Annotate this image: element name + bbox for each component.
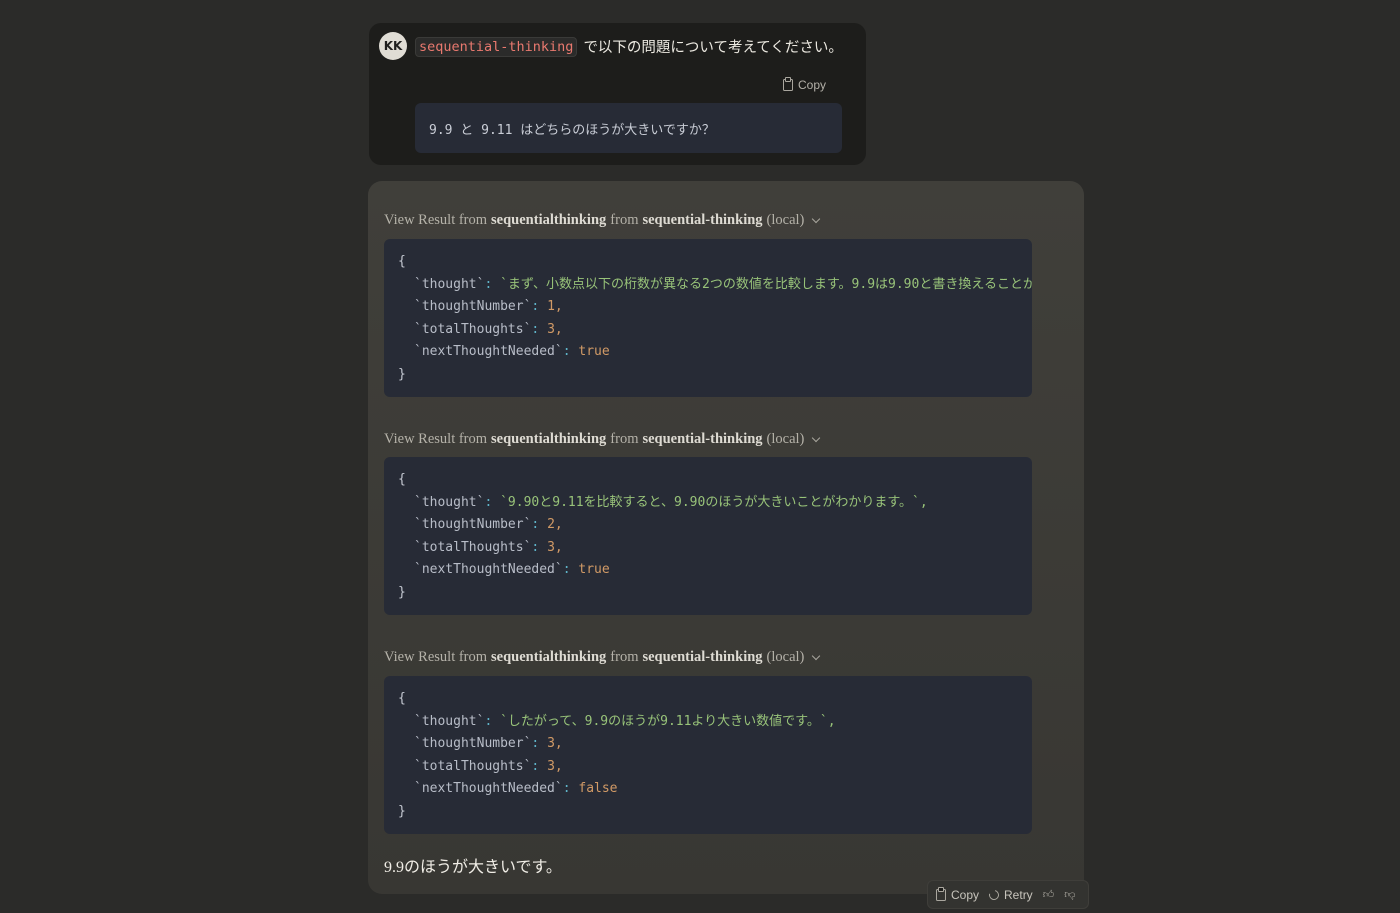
tool-mention: sequential-thinking	[415, 36, 578, 57]
retry-icon	[987, 887, 1001, 902]
assistant-message: View Result from sequentialthinking from…	[368, 181, 1084, 894]
tool-result-header-3[interactable]: View Result from sequentialthinking from…	[384, 649, 821, 666]
result-prefix: View Result from	[384, 212, 488, 228]
result-suffix: (local)	[766, 212, 805, 228]
code-number-value: 3,	[547, 539, 563, 555]
result-suffix: (local)	[766, 649, 805, 665]
retry-label: Retry	[1004, 887, 1033, 902]
code-key: `totalThoughts`	[414, 539, 532, 555]
result-tool-name: sequentialthinking	[491, 212, 607, 228]
user-message: KK sequential-thinking で以下の問題について考えてください…	[369, 23, 866, 165]
result-prefix: View Result from	[384, 649, 488, 665]
tool-result-header-2[interactable]: View Result from sequentialthinking from…	[384, 431, 821, 448]
result-prefix: View Result from	[384, 431, 488, 447]
result-tool-name: sequentialthinking	[491, 431, 607, 447]
code-open-brace: {	[398, 254, 406, 269]
code-key: `thoughtNumber`	[414, 299, 532, 315]
code-close-brace: }	[398, 366, 406, 382]
user-code-block: 9.9 と 9.11 はどちらのほうが大きいですか？	[415, 103, 842, 153]
result-middle: from	[610, 649, 639, 665]
chat-page: KK sequential-thinking で以下の問題について考えてください…	[0, 0, 1400, 913]
code-bool-value: true	[578, 562, 610, 578]
code-line-thought-number: `thoughtNumber`: 1,	[414, 299, 563, 315]
thumbs-down-icon[interactable]: 👎︎	[1064, 888, 1075, 901]
retry-button[interactable]: Retry	[987, 887, 1033, 902]
user-message-text: sequential-thinking で以下の問題について考えてください。	[415, 36, 843, 57]
result-server-name: sequential-thinking	[642, 649, 763, 665]
code-key: `totalThoughts`	[414, 321, 532, 337]
chevron-down-icon	[812, 214, 821, 223]
code-key: `thought`	[414, 276, 485, 292]
clipboard-icon	[936, 886, 946, 901]
copy-button[interactable]: Copy	[936, 886, 980, 902]
result-server-name: sequential-thinking	[642, 431, 763, 447]
code-close-brace: }	[398, 584, 406, 600]
code-line-thought-number: `thoughtNumber`: 2,	[414, 517, 563, 533]
result-tool-name: sequentialthinking	[491, 649, 607, 665]
code-key: `totalThoughts`	[414, 758, 532, 774]
copy-code-button[interactable]: Copy	[783, 77, 827, 92]
code-string-value: `まず、小数点以下の桁数が異なる2つの数値を比較します。9.9は9.90と書き換…	[500, 276, 1032, 292]
code-line-next-thought-needed: `nextThoughtNeeded`: true	[414, 344, 610, 360]
code-key: `thought`	[414, 494, 485, 510]
code-bool-value: false	[578, 781, 618, 797]
result-server-name: sequential-thinking	[642, 212, 763, 228]
code-line-next-thought-needed: `nextThoughtNeeded`: false	[414, 781, 618, 797]
tool-result-code-1: { `thought`: `まず、小数点以下の桁数が異なる2つの数値を比較します…	[384, 239, 1032, 397]
code-open-brace: {	[398, 472, 406, 487]
result-suffix: (local)	[766, 431, 805, 447]
code-line-next-thought-needed: `nextThoughtNeeded`: true	[414, 562, 610, 578]
copy-code-label: Copy	[798, 78, 827, 92]
code-bool-value: true	[578, 344, 610, 360]
code-string-value: `したがって、9.9のほうが9.11より大きい数値です。`,	[500, 713, 836, 729]
tool-result-code-3: { `thought`: `したがって、9.9のほうが9.11より大きい数値です…	[384, 676, 1032, 834]
result-middle: from	[610, 212, 639, 228]
code-key: `thoughtNumber`	[414, 517, 532, 533]
code-key: `nextThoughtNeeded`	[414, 562, 563, 578]
chevron-down-icon	[812, 651, 821, 660]
code-number-value: 1,	[547, 299, 563, 315]
code-line-total-thoughts: `totalThoughts`: 3,	[414, 321, 563, 337]
code-number-value: 2,	[547, 517, 563, 533]
code-number-value: 3,	[547, 736, 563, 752]
result-middle: from	[610, 431, 639, 447]
code-number-value: 3,	[547, 758, 563, 774]
clipboard-icon	[783, 77, 793, 91]
code-key: `nextThoughtNeeded`	[414, 344, 563, 360]
tool-result-code-2: { `thought`: `9.90と9.11を比較すると、9.90のほうが大き…	[384, 457, 1032, 615]
code-line-total-thoughts: `totalThoughts`: 3,	[414, 758, 563, 774]
code-string-value: `9.90と9.11を比較すると、9.90のほうが大きいことがわかります。`,	[500, 494, 928, 510]
code-key: `thoughtNumber`	[414, 736, 532, 752]
thumbs-up-icon[interactable]: 👍︎	[1043, 888, 1055, 901]
message-action-bar: Copy Retry 👍︎ 👎︎	[927, 880, 1089, 909]
code-key: `nextThoughtNeeded`	[414, 781, 563, 797]
code-number-value: 3,	[547, 321, 563, 337]
code-line-thought: `thought`: `まず、小数点以下の桁数が異なる2つの数値を比較します。9…	[398, 274, 1032, 297]
user-avatar: KK	[379, 32, 407, 60]
code-line-thought: `thought`: `したがって、9.9のほうが9.11より大きい数値です。`…	[414, 713, 836, 729]
code-key: `thought`	[414, 713, 485, 729]
user-prompt-text: で以下の問題について考えてください。	[583, 40, 843, 56]
code-line-total-thoughts: `totalThoughts`: 3,	[414, 539, 563, 555]
code-open-brace: {	[398, 691, 406, 706]
code-line-thought: `thought`: `9.90と9.11を比較すると、9.90のほうが大きいこ…	[414, 494, 928, 510]
copy-label: Copy	[951, 887, 980, 902]
tool-result-header-1[interactable]: View Result from sequentialthinking from…	[384, 212, 821, 229]
final-answer: 9.9のほうが大きいです。	[384, 859, 562, 876]
chevron-down-icon	[812, 433, 821, 442]
code-line-thought-number: `thoughtNumber`: 3,	[414, 736, 563, 752]
code-close-brace: }	[398, 803, 406, 819]
